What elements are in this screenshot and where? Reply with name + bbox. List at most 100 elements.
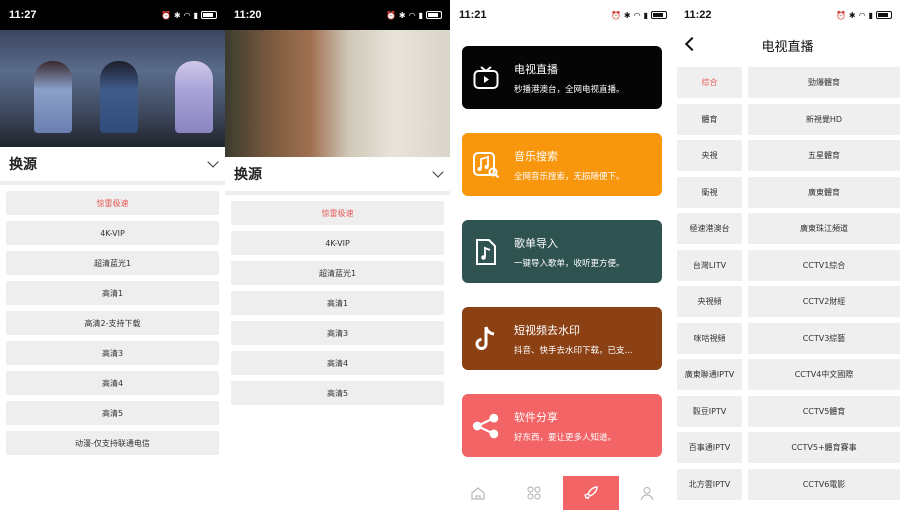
status-bar: 11:22 ⏰ ✱ ◠ ▮: [675, 0, 900, 30]
source-item[interactable]: 高清4: [6, 371, 219, 395]
source-item[interactable]: 超清蓝光1: [231, 261, 444, 285]
source-title: 换源: [9, 157, 37, 173]
grid-row: 體育 新視覺HD: [675, 103, 900, 135]
music-file-icon: [472, 238, 500, 266]
status-bar: 11:27 ⏰ ✱ ◠ ▮: [0, 0, 225, 30]
tiktok-icon: [472, 325, 500, 353]
grid-row: 極速港澳台 廣東珠江頻道: [675, 213, 900, 244]
back-arrow-icon[interactable]: [684, 36, 700, 52]
source-item[interactable]: 4K-VIP: [231, 231, 444, 255]
share-icon: [472, 412, 500, 440]
card-playlist-import[interactable]: 歌单导入 一键导入歌单，收听更方便。: [462, 220, 662, 283]
source-title: 换源: [234, 167, 262, 183]
source-header[interactable]: 换源: [225, 157, 450, 195]
channel-item[interactable]: 廣東珠江頻道: [748, 213, 900, 244]
signal-icon: ▮: [643, 10, 648, 20]
source-item[interactable]: 高清1: [231, 291, 444, 315]
card-desc: 抖音、快手去水印下载，已支...: [514, 345, 633, 356]
category-item[interactable]: 百事通IPTV: [677, 432, 742, 463]
category-item[interactable]: 體育: [677, 103, 742, 135]
channel-item[interactable]: 廣東體育: [748, 176, 900, 208]
source-list: 惊雷极速 4K-VIP 超清蓝光1 高清1 高清3 高清4 高清5: [225, 201, 450, 405]
category-item[interactable]: 央視頻: [677, 286, 742, 317]
wifi-icon: ◠: [183, 10, 191, 20]
category-item[interactable]: 综合: [677, 67, 742, 98]
bluetooth-icon: ✱: [173, 10, 181, 20]
channel-item[interactable]: 新視覺HD: [748, 103, 900, 135]
source-item[interactable]: 惊雷极速: [6, 191, 219, 215]
battery-icon: [876, 11, 892, 19]
source-item[interactable]: 动漫-仅支持联通电信: [6, 431, 219, 455]
channel-item[interactable]: CCTV3綜藝: [748, 322, 900, 354]
source-item[interactable]: 惊雷极速: [231, 201, 444, 225]
alarm-icon: ⏰: [835, 10, 846, 20]
status-bar: 11:20 ⏰ ✱ ◠ ▮: [225, 0, 450, 30]
grid-row: 综合 勁爆體育: [675, 67, 900, 98]
alarm-icon: ⏰: [160, 10, 171, 20]
source-item[interactable]: 高清3: [6, 341, 219, 365]
channel-item[interactable]: CCTV4中文國際: [748, 359, 900, 390]
status-icons: ⏰ ✱ ◠ ▮: [386, 11, 442, 20]
wifi-icon: ◠: [633, 10, 641, 20]
category-item[interactable]: 央視: [677, 140, 742, 171]
screen-tools-menu: 11:21 ⏰ ✱ ◠ ▮ 电视直播 秒播港澳台，全网电视直播。 音乐搜索全网音乐搜索，…: [450, 0, 675, 510]
source-item[interactable]: 4K-VIP: [6, 221, 219, 245]
channel-item[interactable]: 勁爆體育: [748, 67, 900, 98]
category-item[interactable]: 穀豆IPTV: [677, 395, 742, 427]
source-item[interactable]: 高清5: [231, 381, 444, 405]
source-item[interactable]: 超清蓝光1: [6, 251, 219, 275]
card-title: 音乐搜索: [514, 149, 558, 163]
wifi-icon: ◠: [858, 10, 866, 20]
screen-tv-live: 11:22 ⏰ ✱ ◠ ▮ 电视直播 综合 勁爆體育 體育 新視覺HD 央視 五星體育 衛視 廣東體…: [675, 0, 900, 510]
signal-icon: ▮: [193, 10, 198, 20]
source-item[interactable]: 高清5: [6, 401, 219, 425]
category-item[interactable]: 咪咕視頻: [677, 322, 742, 354]
category-item[interactable]: 北方雲IPTV: [677, 468, 742, 500]
card-watermark-remover[interactable]: 短视频去水印 抖音、快手去水印下载，已支...: [462, 307, 662, 370]
category-item[interactable]: 台灣LITV: [677, 249, 742, 281]
tab-apps[interactable]: [506, 476, 562, 510]
status-icons: ⏰ ✱ ◠ ▮: [611, 11, 667, 20]
user-icon: [640, 486, 653, 500]
status-time: 11:20: [234, 9, 262, 21]
source-item[interactable]: 高清4: [231, 351, 444, 375]
source-item[interactable]: 高清2-支持下载: [6, 311, 219, 335]
card-desc: 好东西，要让更多人知道。: [514, 432, 617, 443]
video-player[interactable]: [225, 30, 450, 157]
source-item[interactable]: 高清1: [6, 281, 219, 305]
channel-item[interactable]: CCTV5+體育賽事: [748, 432, 900, 463]
tab-profile[interactable]: [619, 476, 675, 510]
channel-item[interactable]: CCTV6電影: [748, 468, 900, 500]
source-list: 惊雷极速 4K-VIP 超清蓝光1 高清1 高清2-支持下载 高清3 高清4 高清5 动漫-仅支…: [0, 191, 225, 455]
grid-row: 百事通IPTV CCTV5+體育賽事: [675, 432, 900, 463]
channel-item[interactable]: CCTV5體育: [748, 395, 900, 427]
signal-icon: ▮: [868, 10, 873, 20]
wifi-icon: ◠: [408, 10, 416, 20]
card-title: 电视直播: [514, 62, 558, 76]
card-tv-live[interactable]: 电视直播 秒播港澳台，全网电视直播。: [462, 46, 662, 109]
category-item[interactable]: 廣東聯通IPTV: [677, 359, 742, 390]
screen-source-list-2: 11:20 ⏰ ✱ ◠ ▮ 换源 惊雷极速 4K-VIP 超清蓝光1 高清1 高清3 高清4 高清…: [225, 0, 450, 510]
card-app-share[interactable]: 软件分享 好东西，要让更多人知道。: [462, 394, 662, 457]
channel-item[interactable]: CCTV1綜合: [748, 249, 900, 281]
grid-row: 廣東聯通IPTV CCTV4中文國際: [675, 359, 900, 390]
status-time: 11:22: [684, 9, 712, 21]
status-bar: 11:21 ⏰ ✱ ◠ ▮: [450, 0, 675, 30]
chevron-down-icon[interactable]: [207, 156, 219, 168]
channel-item[interactable]: 五星體育: [748, 140, 900, 171]
tab-tools[interactable]: [562, 476, 619, 510]
channel-item[interactable]: CCTV2財經: [748, 286, 900, 317]
tab-home[interactable]: [450, 476, 506, 510]
grid-row: 央視頻 CCTV2財經: [675, 286, 900, 317]
card-music-search[interactable]: 音乐搜索全网音乐搜索，无损随便下。: [462, 133, 662, 196]
source-item[interactable]: 高清3: [231, 321, 444, 345]
character-figure: [100, 61, 138, 133]
chevron-down-icon[interactable]: [432, 166, 444, 178]
category-item[interactable]: 極速港澳台: [677, 213, 742, 244]
source-header[interactable]: 换源: [0, 147, 225, 185]
category-item[interactable]: 衛視: [677, 176, 742, 208]
video-player[interactable]: [0, 30, 225, 147]
card-desc: 全网音乐搜索，无损随便下。: [514, 171, 625, 182]
card-title: 歌单导入: [514, 236, 558, 250]
grid-row: 北方雲IPTV CCTV6電影: [675, 468, 900, 500]
